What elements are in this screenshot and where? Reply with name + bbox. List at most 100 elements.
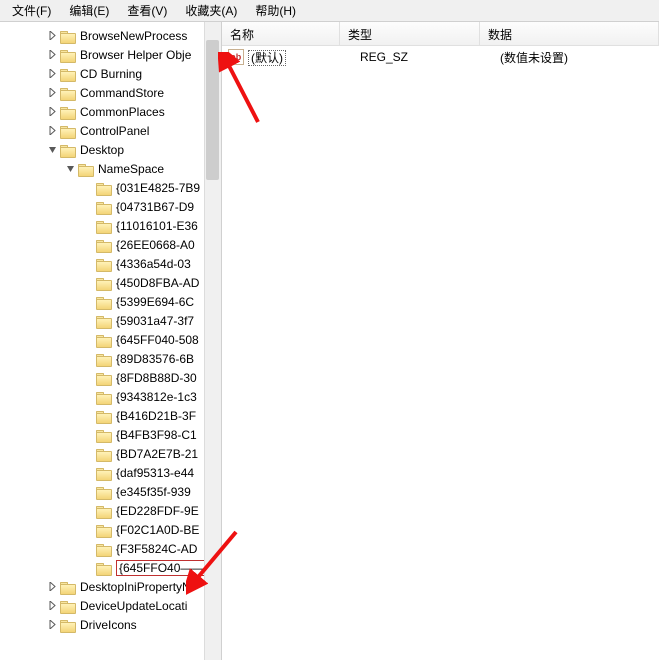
- tree-item-label: {B416D21B-3F: [116, 409, 196, 423]
- tree-item[interactable]: {04731B67-D9: [0, 197, 221, 216]
- tree-item-label: {B4FB3F98-C1: [116, 428, 197, 442]
- tree-item[interactable]: {daf95313-e44: [0, 463, 221, 482]
- tree-item-label: {F3F5824C-AD: [116, 542, 197, 556]
- expander-closed-icon[interactable]: [46, 30, 58, 42]
- expander-none: [82, 334, 94, 346]
- expander-closed-icon[interactable]: [46, 125, 58, 137]
- folder-icon: [96, 238, 112, 252]
- expander-closed-icon[interactable]: [46, 619, 58, 631]
- tree-item[interactable]: {F02C1A0D-BE: [0, 520, 221, 539]
- folder-icon: [60, 86, 76, 100]
- tree-item[interactable]: {e345f35f-939: [0, 482, 221, 501]
- expander-none: [82, 467, 94, 479]
- expander-none: [82, 410, 94, 422]
- tree-item-label: {59031a47-3f7: [116, 314, 194, 328]
- menu-file[interactable]: 文件(F): [6, 0, 57, 21]
- tree-item[interactable]: BrowseNewProcess: [0, 26, 221, 45]
- tree-item[interactable]: NameSpace: [0, 159, 221, 178]
- folder-icon: [60, 48, 76, 62]
- tree-item[interactable]: {F3F5824C-AD: [0, 539, 221, 558]
- value-type: REG_SZ: [352, 50, 492, 64]
- expander-open-icon[interactable]: [46, 144, 58, 156]
- expander-closed-icon[interactable]: [46, 68, 58, 80]
- tree-item[interactable]: {450D8FBA-AD: [0, 273, 221, 292]
- folder-icon: [96, 485, 112, 499]
- expander-none: [82, 220, 94, 232]
- tree-item-label: {8FD8B88D-30: [116, 371, 197, 385]
- expander-none: [82, 258, 94, 270]
- menu-bar: 文件(F) 编辑(E) 查看(V) 收藏夹(A) 帮助(H): [0, 0, 659, 22]
- expander-closed-icon[interactable]: [46, 87, 58, 99]
- tree-item[interactable]: Desktop: [0, 140, 221, 159]
- tree-item[interactable]: Browser Helper Obje: [0, 45, 221, 64]
- tree-item[interactable]: {26EE0668-A0: [0, 235, 221, 254]
- tree-item[interactable]: ControlPanel: [0, 121, 221, 140]
- tree-item[interactable]: {B416D21B-3F: [0, 406, 221, 425]
- tree-item[interactable]: DesktopIniPropertyN: [0, 577, 221, 596]
- tree-item[interactable]: CommandStore: [0, 83, 221, 102]
- tree-item-label: {5399E694-6C: [116, 295, 194, 309]
- menu-view[interactable]: 查看(V): [121, 0, 173, 21]
- tree-scrollbar[interactable]: [204, 22, 221, 660]
- tree-item-label: CommonPlaces: [80, 105, 165, 119]
- value-row[interactable]: ab(默认)REG_SZ(数值未设置): [222, 46, 659, 66]
- content-area: BrowseNewProcessBrowser Helper ObjeCD Bu…: [0, 22, 659, 660]
- folder-icon: [96, 352, 112, 366]
- folder-icon: [96, 409, 112, 423]
- tree-item[interactable]: {ED228FDF-9E: [0, 501, 221, 520]
- registry-tree[interactable]: BrowseNewProcessBrowser Helper ObjeCD Bu…: [0, 22, 221, 634]
- menu-favorites[interactable]: 收藏夹(A): [179, 0, 243, 21]
- tree-item-label: {F02C1A0D-BE: [116, 523, 199, 537]
- expander-none: [82, 448, 94, 460]
- folder-icon: [96, 219, 112, 233]
- tree-item-label: {11016101-E36: [116, 219, 198, 233]
- expander-closed-icon[interactable]: [46, 600, 58, 612]
- tree-item-label: NameSpace: [98, 162, 164, 176]
- tree-item[interactable]: DeviceUpdateLocati: [0, 596, 221, 615]
- folder-icon: [96, 333, 112, 347]
- tree-pane: BrowseNewProcessBrowser Helper ObjeCD Bu…: [0, 22, 222, 660]
- header-type[interactable]: 类型: [340, 22, 480, 45]
- expander-none: [82, 372, 94, 384]
- tree-item[interactable]: {B4FB3F98-C1: [0, 425, 221, 444]
- tree-item[interactable]: {8FD8B88D-30: [0, 368, 221, 387]
- tree-item[interactable]: {59031a47-3f7: [0, 311, 221, 330]
- folder-icon: [96, 466, 112, 480]
- menu-edit[interactable]: 编辑(E): [63, 0, 115, 21]
- tree-item[interactable]: {5399E694-6C: [0, 292, 221, 311]
- tree-item[interactable]: CD Burning: [0, 64, 221, 83]
- tree-item[interactable]: DriveIcons: [0, 615, 221, 634]
- folder-icon: [96, 181, 112, 195]
- folder-icon: [96, 428, 112, 442]
- tree-item-label: {ED228FDF-9E: [116, 504, 199, 518]
- tree-item[interactable]: {BD7A2E7B-21: [0, 444, 221, 463]
- tree-item[interactable]: {031E4825-7B9: [0, 178, 221, 197]
- expander-none: [82, 182, 94, 194]
- tree-item[interactable]: {645FFO40——: [0, 558, 221, 577]
- folder-icon: [96, 523, 112, 537]
- header-data[interactable]: 数据: [480, 22, 659, 45]
- tree-item[interactable]: {4336a54d-03: [0, 254, 221, 273]
- expander-none: [82, 296, 94, 308]
- tree-item[interactable]: {11016101-E36: [0, 216, 221, 235]
- menu-help[interactable]: 帮助(H): [249, 0, 302, 21]
- expander-none: [82, 391, 94, 403]
- expander-open-icon[interactable]: [64, 163, 76, 175]
- expander-closed-icon[interactable]: [46, 106, 58, 118]
- header-name[interactable]: 名称: [222, 22, 340, 45]
- expander-none: [82, 239, 94, 251]
- folder-icon: [96, 295, 112, 309]
- values-header: 名称 类型 数据: [222, 22, 659, 46]
- folder-icon: [78, 162, 94, 176]
- expander-closed-icon[interactable]: [46, 581, 58, 593]
- tree-item[interactable]: CommonPlaces: [0, 102, 221, 121]
- tree-scrollbar-thumb[interactable]: [206, 40, 219, 180]
- expander-closed-icon[interactable]: [46, 49, 58, 61]
- tree-item[interactable]: {89D83576-6B: [0, 349, 221, 368]
- tree-item[interactable]: {645FF040-508: [0, 330, 221, 349]
- folder-icon: [96, 504, 112, 518]
- tree-item-label: {450D8FBA-AD: [116, 276, 199, 290]
- tree-item-label: ControlPanel: [80, 124, 149, 138]
- tree-item[interactable]: {9343812e-1c3: [0, 387, 221, 406]
- values-list[interactable]: ab(默认)REG_SZ(数值未设置): [222, 46, 659, 66]
